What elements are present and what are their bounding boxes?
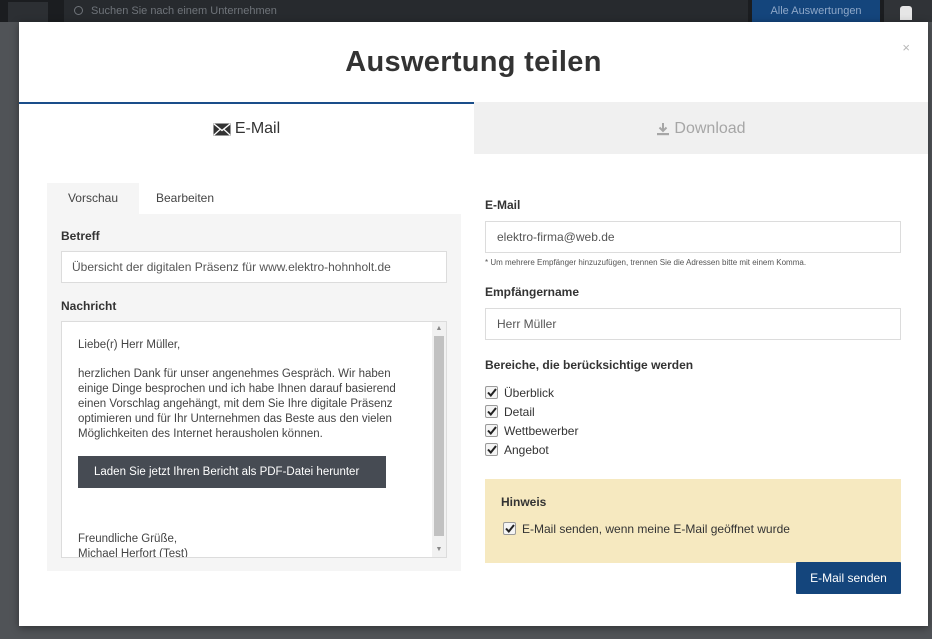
app-topbar: Suchen Sie nach einem Unternehmen Alle A…	[0, 0, 932, 22]
scroll-down-icon[interactable]: ▼	[432, 543, 446, 557]
email-preview-panel: Vorschau Bearbeiten Betreff Übersicht de…	[47, 183, 461, 571]
close-icon[interactable]: ×	[902, 40, 910, 55]
tab-email[interactable]: E-Mail	[19, 102, 474, 154]
notice-title: Hinweis	[501, 495, 547, 509]
preview-body: Betreff Übersicht der digitalen Präsenz …	[47, 214, 461, 571]
section-competitors[interactable]: Wettbewerber	[485, 421, 901, 440]
subject-label: Betreff	[61, 229, 100, 243]
section-competitors-label: Wettbewerber	[504, 423, 579, 438]
tab-download-label: Download	[674, 120, 746, 137]
user-icon	[900, 6, 912, 20]
all-reports-button[interactable]: Alle Auswertungen	[752, 0, 880, 22]
email-form-panel: E-Mail elektro-firma@web.de * Um mehrere…	[485, 198, 901, 563]
tab-download[interactable]: Download	[474, 102, 928, 154]
section-offer[interactable]: Angebot	[485, 440, 901, 459]
email-label: E-Mail	[485, 198, 521, 212]
modal-header: Auswertung teilen ×	[19, 22, 928, 102]
notify-on-open-label: E-Mail senden, wenn meine E-Mail geöffne…	[522, 521, 790, 536]
message-scrollbar[interactable]: ▲ ▼	[432, 322, 446, 557]
scroll-up-icon[interactable]: ▲	[432, 322, 446, 336]
notice-box: Hinweis E-Mail senden, wenn meine E-Mail…	[485, 479, 901, 563]
send-email-button[interactable]: E-Mail senden	[796, 562, 901, 594]
message-label: Nachricht	[61, 299, 117, 313]
notify-on-open-option[interactable]: E-Mail senden, wenn meine E-Mail geöffne…	[501, 519, 885, 538]
scrollbar-thumb[interactable]	[434, 336, 444, 536]
message-content: Liebe(r) Herr Müller, herzlichen Dank fü…	[62, 322, 446, 558]
message-body: herzlichen Dank für unser angenehmes Ges…	[78, 368, 396, 440]
app-logo	[8, 2, 48, 22]
message-preview[interactable]: Liebe(r) Herr Müller, herzlichen Dank fü…	[61, 321, 447, 558]
section-overview-label: Überblick	[504, 385, 555, 400]
share-tabs: E-Mail Download	[19, 102, 928, 154]
subtab-preview[interactable]: Vorschau	[47, 183, 139, 214]
avatar[interactable]	[884, 0, 932, 22]
search-icon	[74, 6, 83, 15]
section-offer-label: Angebot	[504, 442, 549, 457]
pdf-download-button[interactable]: Laden Sie jetzt Ihren Bericht als PDF-Da…	[78, 456, 386, 488]
download-icon	[656, 122, 670, 136]
company-search-input[interactable]: Suchen Sie nach einem Unternehmen	[64, 0, 748, 22]
checkbox-checked-icon[interactable]	[485, 443, 498, 456]
sections-label: Bereiche, die berücksichtige werden	[485, 358, 694, 372]
recipient-name-label: Empfängername	[485, 285, 580, 299]
checkbox-checked-icon[interactable]	[503, 522, 516, 535]
checkbox-checked-icon[interactable]	[485, 386, 498, 399]
recipient-name-field[interactable]: Herr Müller	[485, 308, 901, 340]
message-greeting: Liebe(r) Herr Müller,	[78, 339, 181, 351]
preview-subtabs: Vorschau Bearbeiten	[47, 183, 461, 214]
share-report-modal: Auswertung teilen × E-Mail Download Vors…	[19, 22, 928, 626]
subtab-edit[interactable]: Bearbeiten	[139, 183, 231, 214]
checkbox-checked-icon[interactable]	[485, 405, 498, 418]
tab-email-label: E-Mail	[234, 120, 281, 137]
section-overview[interactable]: Überblick	[485, 383, 901, 402]
message-closing: Freundliche Grüße,	[78, 533, 178, 545]
section-detail-label: Detail	[504, 404, 535, 419]
subject-field[interactable]: Übersicht der digitalen Präsenz für www.…	[61, 251, 447, 283]
email-hint: * Um mehrere Empfänger hinzuzufügen, tre…	[485, 258, 807, 267]
envelope-icon	[213, 122, 231, 136]
section-detail[interactable]: Detail	[485, 402, 901, 421]
checkbox-checked-icon[interactable]	[485, 424, 498, 437]
modal-title: Auswertung teilen	[345, 46, 602, 78]
message-signature: Michael Herfort (Test)	[78, 548, 188, 558]
email-field[interactable]: elektro-firma@web.de	[485, 221, 901, 253]
sections-list: Überblick Detail Wettbewerber Angebot	[485, 383, 901, 459]
